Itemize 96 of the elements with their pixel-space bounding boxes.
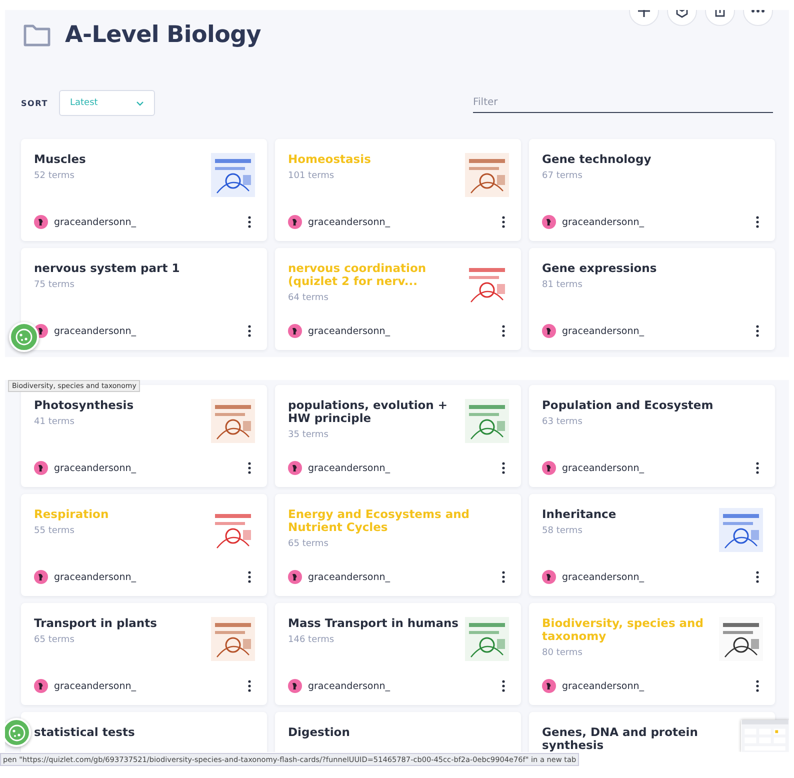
- set-title[interactable]: populations, evolution + HW principle: [288, 399, 459, 425]
- study-set-card[interactable]: Transport in plants 65 terms graceandersonn_: [21, 603, 267, 705]
- author-name[interactable]: graceandersonn_: [308, 572, 390, 582]
- page-title: A-Level Biology: [65, 22, 261, 48]
- term-count: 64 terms: [288, 293, 330, 303]
- author-name[interactable]: graceandersonn_: [562, 216, 644, 228]
- more-vertical-icon: [248, 216, 251, 228]
- set-title[interactable]: Transport in plants: [34, 617, 157, 630]
- avatar-icon: [542, 324, 556, 338]
- term-count: 75 terms: [34, 280, 76, 290]
- chevron-down-icon: [136, 100, 144, 106]
- author-name[interactable]: graceandersonn_: [308, 680, 390, 692]
- author-name[interactable]: graceandersonn_: [54, 216, 136, 228]
- set-title[interactable]: Inheritance: [542, 508, 616, 521]
- study-set-card[interactable]: populations, evolution + HW principle 35 terms graceandersonn_: [275, 385, 521, 487]
- author-name[interactable]: graceandersonn_: [562, 680, 644, 692]
- author-name[interactable]: graceandersonn_: [562, 326, 644, 336]
- avatar-icon: [34, 215, 48, 229]
- more-vertical-icon: [248, 325, 251, 337]
- more-vertical-icon: [756, 325, 759, 337]
- avatar-icon: [542, 215, 556, 229]
- folder-icon: [23, 23, 51, 47]
- study-set-card[interactable]: nervous system part 1 75 terms graceandersonn_: [21, 248, 267, 350]
- study-set-card[interactable]: Digestion: [275, 712, 521, 752]
- more-vertical-icon: [248, 571, 251, 583]
- term-count: 67 terms: [542, 171, 584, 181]
- set-title[interactable]: Mass Transport in humans: [288, 617, 459, 630]
- author-name[interactable]: graceandersonn_: [562, 462, 644, 474]
- avatar-icon: [288, 324, 302, 338]
- term-count: 55 terms: [34, 526, 76, 536]
- avatar-icon: [288, 461, 302, 475]
- set-title[interactable]: Digestion: [288, 726, 350, 739]
- more-vertical-icon: [756, 462, 759, 474]
- term-count: 101 terms: [288, 171, 336, 181]
- set-title[interactable]: Gene technology: [542, 153, 652, 166]
- study-set-card[interactable]: Homeostasis 101 terms graceandersonn_: [275, 139, 521, 241]
- term-count: 63 terms: [542, 417, 584, 427]
- study-set-card[interactable]: Muscles 52 terms graceandersonn_: [21, 139, 267, 241]
- more-vertical-icon: [756, 680, 759, 692]
- more-vertical-icon: [502, 462, 505, 474]
- term-count: 80 terms: [542, 648, 584, 658]
- more-vertical-icon: [502, 325, 505, 337]
- avatar-icon: [34, 461, 48, 475]
- author-name[interactable]: graceandersonn_: [54, 680, 136, 692]
- more-vertical-icon: [248, 680, 251, 692]
- term-count: 146 terms: [288, 635, 336, 645]
- study-set-card[interactable]: Biodiversity, species and taxonomy 80 terms graceandersonn_: [529, 603, 775, 705]
- set-title[interactable]: statistical tests: [34, 726, 135, 739]
- more-icon: [751, 10, 765, 13]
- author-name[interactable]: graceandersonn_: [308, 462, 390, 474]
- term-count: 41 terms: [34, 417, 76, 427]
- set-title[interactable]: Photosynthesis: [34, 399, 134, 412]
- study-set-card[interactable]: Mass Transport in humans 146 terms graceandersonn_: [275, 603, 521, 705]
- term-count: 65 terms: [288, 539, 330, 549]
- more-vertical-icon: [502, 571, 505, 583]
- set-title[interactable]: Muscles: [34, 153, 86, 166]
- avatar-icon: [288, 570, 302, 584]
- avatar-icon: [542, 570, 556, 584]
- more-vertical-icon: [248, 462, 251, 474]
- avatar-icon: [288, 215, 302, 229]
- more-vertical-icon: [502, 216, 505, 228]
- author-name[interactable]: graceandersonn_: [308, 216, 390, 228]
- avatar-icon: [34, 679, 48, 693]
- more-vertical-icon: [756, 571, 759, 583]
- author-name[interactable]: graceandersonn_: [54, 326, 136, 336]
- study-set-card[interactable]: nervous coordination (quizlet 2 for nerv... 64 terms graceandersonn_: [275, 248, 521, 350]
- author-name[interactable]: graceandersonn_: [562, 572, 644, 582]
- study-set-card[interactable]: Inheritance 58 terms graceandersonn_: [529, 494, 775, 596]
- study-set-card[interactable]: statistical tests: [21, 712, 267, 752]
- set-title[interactable]: Population and Ecosystem: [542, 399, 714, 412]
- term-count: 81 terms: [542, 280, 584, 290]
- term-count: 65 terms: [34, 635, 76, 645]
- term-count: 58 terms: [542, 526, 584, 536]
- author-name[interactable]: graceandersonn_: [54, 462, 136, 474]
- cookie-icon: [15, 328, 33, 346]
- cookie-icon: [8, 724, 26, 742]
- study-set-card[interactable]: Respiration 55 terms graceandersonn_: [21, 494, 267, 596]
- avatar-icon: [34, 570, 48, 584]
- study-set-card[interactable]: Gene technology 67 terms graceandersonn_: [529, 139, 775, 241]
- avatar-icon: [542, 679, 556, 693]
- set-title[interactable]: Gene expressions: [542, 262, 657, 275]
- set-title[interactable]: nervous system part 1: [34, 262, 180, 275]
- author-name[interactable]: graceandersonn_: [308, 326, 390, 336]
- set-title[interactable]: Genes, DNA and protein synthesis: [542, 726, 732, 752]
- filter-field[interactable]: Filter: [473, 93, 773, 113]
- more-vertical-icon: [502, 680, 505, 692]
- more-vertical-icon: [756, 216, 759, 228]
- study-set-card[interactable]: Gene expressions 81 terms graceandersonn_: [529, 248, 775, 350]
- author-name[interactable]: graceandersonn_: [54, 572, 136, 582]
- study-set-card[interactable]: Energy and Ecosystems and Nutrient Cycles 65 terms graceandersonn_: [275, 494, 521, 596]
- avatar-icon: [288, 679, 302, 693]
- avatar-icon: [542, 461, 556, 475]
- sort-label: SORT: [21, 98, 50, 108]
- term-count: 52 terms: [34, 171, 76, 181]
- term-count: 35 terms: [288, 430, 330, 440]
- study-set-card[interactable]: Population and Ecosystem 63 terms graceandersonn_: [529, 385, 775, 487]
